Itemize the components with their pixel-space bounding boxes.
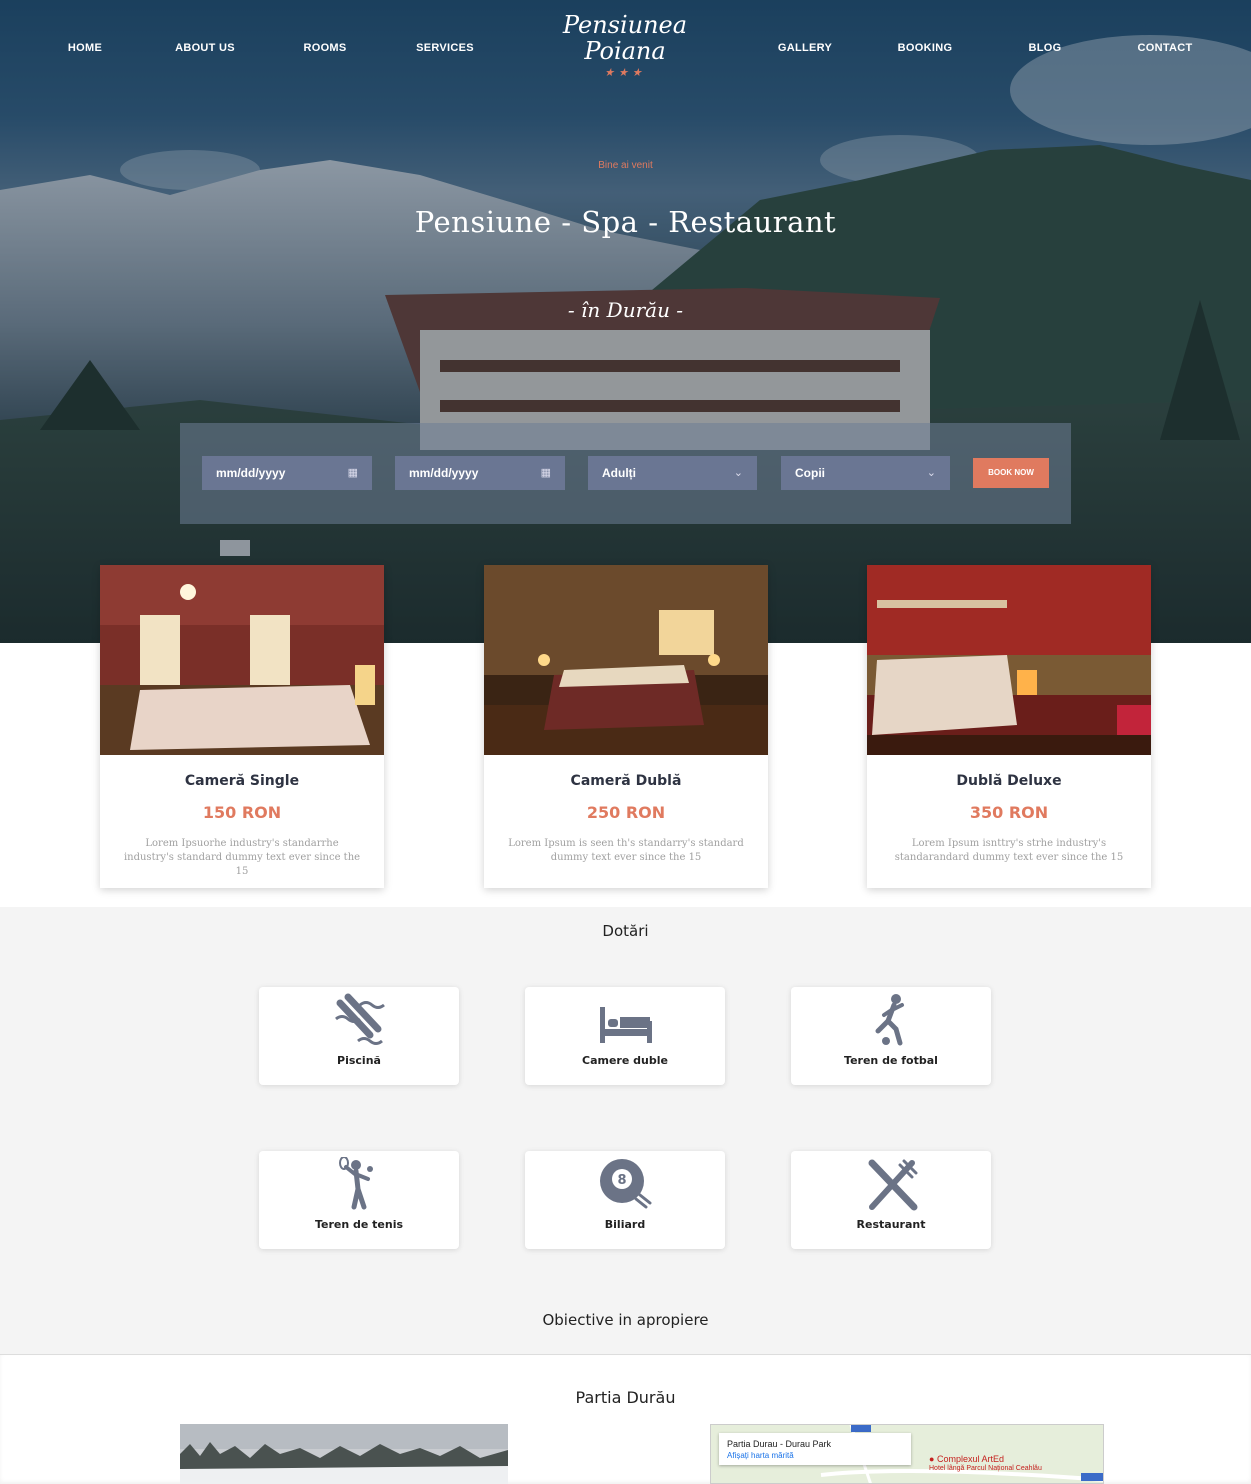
room-price: 350 RON: [969, 803, 1049, 822]
logo-stars: ★★★: [604, 66, 646, 79]
facility-label: Teren de fotbal: [844, 1054, 938, 1067]
nav-gallery[interactable]: GALLERY: [750, 42, 860, 54]
adults-select[interactable]: Adulți ⌄: [588, 456, 757, 490]
nav-about-us[interactable]: ABOUT US: [150, 42, 260, 54]
site-logo[interactable]: Pensiunea Poiana ★★★: [560, 12, 690, 79]
ski-slope-photo: [180, 1424, 508, 1484]
football-icon: [875, 994, 904, 1046]
logo-line1: Pensiunea: [562, 11, 688, 39]
map-poi[interactable]: ● Complexul ArtEd Hotel lângă Parcul Naț…: [929, 1455, 1042, 1473]
tennis-icon: [339, 1157, 373, 1210]
hero-welcome: Bine ai venit: [598, 160, 653, 171]
facility-card-restaurant: Restaurant: [791, 1151, 991, 1249]
calendar-icon[interactable]: ▦: [348, 456, 358, 490]
nearby-item-title: Partia Durău: [575, 1388, 676, 1407]
nav-contact[interactable]: CONTACT: [1110, 42, 1220, 54]
chevron-down-icon: ⌄: [733, 467, 743, 479]
facility-label: Restaurant: [856, 1218, 926, 1231]
facility-card-football: Teren de fotbal: [791, 987, 991, 1085]
children-select-value: Copii: [795, 466, 825, 480]
children-select[interactable]: Copii ⌄: [781, 456, 950, 490]
checkin-date-value: mm/dd/yyyy: [216, 466, 286, 480]
facility-label: Teren de tenis: [314, 1218, 404, 1231]
map-poi-name: Complexul ArtEd: [936, 1454, 1004, 1464]
svg-text:8: 8: [617, 1173, 626, 1188]
chevron-down-icon: ⌄: [926, 467, 936, 479]
room-card-single[interactable]: Cameră Single 150 RON Lorem Ipsuorhe ind…: [100, 565, 384, 888]
facility-card-double-rooms: Camere duble: [525, 987, 725, 1085]
room-title: Cameră Single: [184, 773, 300, 789]
facility-label: Piscină: [337, 1054, 381, 1067]
map-embed[interactable]: Partia Durau - Durau Park Afișați harta …: [710, 1424, 1104, 1484]
room-title: Cameră Dublă: [570, 773, 682, 789]
room-photo-deluxe: [867, 565, 1151, 755]
room-description: Lorem Ipsum is seen th's standarry's sta…: [508, 838, 744, 863]
facility-card-billiard: 8 Biliard: [525, 1151, 725, 1249]
map-enlarge-link[interactable]: Afișați harta mărită: [727, 1451, 903, 1460]
calendar-icon[interactable]: ▦: [541, 456, 551, 490]
hero-subtitle: - în Durău -: [567, 298, 684, 322]
room-photo-double: [484, 565, 768, 755]
checkout-date-input[interactable]: mm/dd/yyyy ▦: [395, 456, 565, 490]
nav-home[interactable]: HOME: [30, 42, 140, 54]
logo-line2: Poiana: [584, 37, 666, 65]
nav-blog[interactable]: BLOG: [990, 42, 1100, 54]
facility-card-pool: Piscină: [259, 987, 459, 1085]
facility-card-tennis: Teren de tenis: [259, 1151, 459, 1249]
nav-booking[interactable]: BOOKING: [870, 42, 980, 54]
map-place-name: Partia Durau - Durau Park: [727, 1439, 832, 1449]
pool-icon: [335, 993, 385, 1045]
map-info-box: Partia Durau - Durau Park Afișați harta …: [719, 1433, 911, 1465]
map-poi-subtitle: Hotel lângă Parcul Național Ceahlău: [929, 1465, 1042, 1472]
facility-label: Biliard: [604, 1218, 646, 1231]
checkin-date-input[interactable]: mm/dd/yyyy ▦: [202, 456, 372, 490]
restaurant-icon: [868, 1159, 918, 1211]
book-now-button[interactable]: BOOK NOW: [973, 458, 1049, 488]
hero-title: Pensiune - Spa - Restaurant: [414, 205, 837, 239]
room-title: Dublă Deluxe: [956, 773, 1062, 789]
billiard-icon: 8: [600, 1159, 652, 1209]
nav-services[interactable]: SERVICES: [390, 42, 500, 54]
facility-label: Camere duble: [582, 1054, 668, 1067]
bed-icon: [600, 1007, 652, 1043]
room-card-deluxe[interactable]: Dublă Deluxe 350 RON Lorem Ipsum isnttry…: [867, 565, 1151, 888]
room-price: 150 RON: [202, 803, 282, 822]
main-navigation: HOME ABOUT US ROOMS SERVICES Pensiunea P…: [0, 0, 1251, 96]
adults-select-value: Adulți: [602, 466, 636, 480]
room-price: 250 RON: [586, 803, 666, 822]
room-card-double[interactable]: Cameră Dublă 250 RON Lorem Ipsum is seen…: [484, 565, 768, 888]
checkout-date-value: mm/dd/yyyy: [409, 466, 479, 480]
room-description: Lorem Ipsuorhe industry's standarrhe ind…: [123, 838, 361, 877]
room-photo-single: [100, 565, 384, 755]
room-description: Lorem Ipsum isnttry's strhe industry's s…: [894, 838, 1124, 863]
nav-rooms[interactable]: ROOMS: [270, 42, 380, 54]
booking-form: mm/dd/yyyy ▦ mm/dd/yyyy ▦ Adulți ⌄ Copii…: [180, 423, 1071, 524]
nearby-title: Obiective in apropiere: [542, 1311, 709, 1329]
facilities-title: Dotări: [602, 922, 649, 940]
map-pin-icon: ●: [929, 1454, 935, 1464]
